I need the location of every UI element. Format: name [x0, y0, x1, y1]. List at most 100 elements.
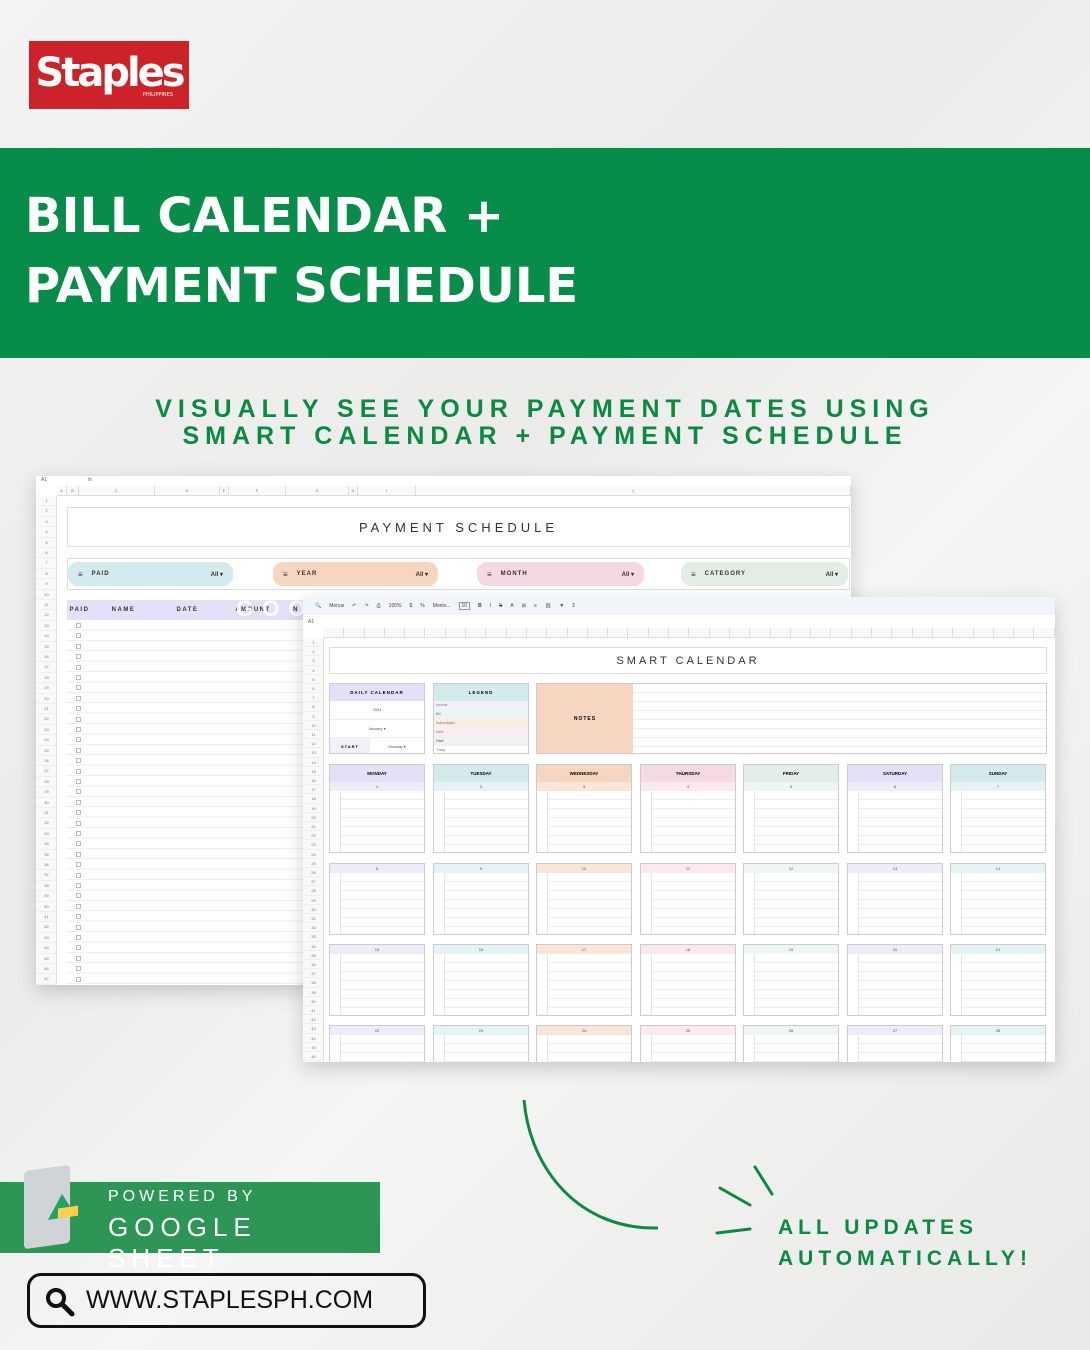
day-cell[interactable]: 14 — [950, 863, 1046, 935]
row-number[interactable]: 22 — [36, 714, 57, 725]
day-entries[interactable] — [858, 873, 942, 934]
column-header[interactable] — [567, 628, 588, 638]
column-header[interactable] — [851, 628, 873, 638]
row-number[interactable]: 26 — [303, 868, 324, 878]
row-number[interactable]: 18 — [303, 794, 324, 804]
day-entries[interactable] — [547, 1035, 631, 1062]
column-header[interactable] — [933, 628, 954, 638]
column-header[interactable] — [669, 628, 690, 638]
row-number[interactable]: 20 — [303, 813, 324, 822]
column-header[interactable] — [750, 628, 771, 638]
day-cell[interactable]: 9 — [433, 863, 529, 935]
cell-reference[interactable]: A1 — [41, 477, 47, 483]
filter-value-dropdown[interactable]: All ▾ — [416, 571, 428, 578]
day-entries[interactable] — [961, 1035, 1045, 1062]
month-select[interactable]: January ▾ — [330, 719, 424, 737]
font-size-input[interactable]: 10 — [458, 602, 471, 610]
row-number[interactable]: 7 — [36, 558, 57, 569]
column-header[interactable] — [730, 628, 751, 638]
column-header[interactable] — [973, 628, 994, 638]
column-header[interactable] — [872, 628, 893, 638]
column-header[interactable] — [953, 628, 974, 638]
row-number[interactable]: 32 — [36, 818, 57, 829]
column-header[interactable] — [384, 628, 406, 638]
row-number[interactable]: 3 — [36, 517, 57, 528]
row-number[interactable]: 36 — [36, 860, 57, 871]
day-cell[interactable]: 25 — [640, 1025, 736, 1062]
day-entries[interactable] — [547, 791, 631, 852]
paid-checkbox[interactable] — [76, 955, 81, 961]
row-number[interactable]: 19 — [303, 804, 324, 813]
align-icon[interactable]: ≡ — [534, 603, 537, 609]
percent-icon[interactable]: % — [420, 603, 424, 609]
day-entries[interactable] — [858, 791, 942, 852]
day-entries[interactable] — [444, 791, 528, 852]
row-number[interactable]: 21 — [36, 704, 57, 715]
day-entries[interactable] — [858, 954, 942, 1015]
day-entries[interactable] — [340, 1035, 424, 1062]
row-number[interactable]: 44 — [303, 1034, 324, 1043]
column-header[interactable]: E — [220, 486, 229, 496]
column-header[interactable] — [1034, 628, 1055, 638]
day-entries[interactable] — [961, 954, 1045, 1015]
day-entries[interactable] — [858, 1035, 942, 1062]
row-number[interactable]: 37 — [303, 969, 324, 979]
day-cell[interactable]: 27 — [847, 1025, 943, 1062]
filter-year[interactable]: ≡ YEAR All ▾ — [273, 562, 438, 586]
paid-checkbox[interactable] — [76, 623, 81, 628]
row-number[interactable]: 40 — [36, 902, 57, 912]
column-header[interactable] — [709, 628, 730, 638]
day-cell[interactable]: SATURDAY 6 — [847, 764, 943, 853]
row-number[interactable]: 35 — [303, 951, 324, 960]
column-header[interactable]: H — [349, 486, 358, 496]
day-cell[interactable]: 10 — [536, 863, 632, 935]
filter-value-dropdown[interactable]: All ▾ — [826, 571, 838, 578]
day-cell[interactable]: 15 — [329, 944, 425, 1016]
row-number[interactable]: 11 — [303, 730, 324, 740]
row-number[interactable]: 43 — [36, 933, 57, 944]
day-cell[interactable]: 13 — [847, 863, 943, 935]
day-cell[interactable]: 20 — [847, 944, 943, 1016]
day-cell[interactable]: 19 — [743, 944, 839, 1016]
row-number[interactable]: 14 — [303, 758, 324, 767]
day-cell[interactable]: SUNDAY 7 — [950, 764, 1046, 853]
day-cell[interactable]: 11 — [640, 863, 736, 935]
paid-checkbox[interactable] — [76, 758, 81, 764]
row-number[interactable]: 41 — [36, 912, 57, 923]
row-number[interactable]: 43 — [303, 1024, 324, 1034]
row-number[interactable]: 16 — [303, 776, 324, 786]
row-number[interactable]: 27 — [303, 877, 324, 887]
row-number[interactable]: 42 — [36, 922, 57, 933]
row-number[interactable]: 25 — [303, 859, 324, 868]
day-cell[interactable]: WEDNESDAY 3 — [536, 764, 632, 853]
row-number[interactable]: 4 — [36, 527, 57, 538]
day-entries[interactable] — [961, 791, 1045, 852]
paid-checkbox[interactable] — [76, 643, 81, 649]
column-header[interactable] — [527, 628, 548, 638]
row-number[interactable]: 1 — [303, 638, 324, 648]
paid-checkbox[interactable] — [76, 737, 81, 743]
row-number[interactable]: 45 — [303, 1043, 324, 1052]
day-cell[interactable]: 18 — [640, 944, 736, 1016]
day-cell[interactable]: FRIDAY 5 — [743, 764, 839, 853]
row-number[interactable]: 12 — [303, 739, 324, 749]
row-number[interactable]: 16 — [36, 652, 57, 663]
paid-checkbox[interactable] — [76, 810, 81, 816]
row-number[interactable]: 45 — [36, 954, 57, 964]
search-menus-icon[interactable]: 🔍 — [315, 603, 321, 609]
column-header[interactable] — [648, 628, 670, 638]
day-entries[interactable] — [340, 791, 424, 852]
paid-checkbox[interactable] — [76, 727, 81, 732]
paid-checkbox[interactable] — [76, 976, 81, 982]
year-value[interactable]: 2024 — [330, 701, 424, 719]
row-number[interactable]: 32 — [303, 923, 324, 933]
filter-value-dropdown[interactable]: All ▾ — [622, 571, 634, 578]
row-number[interactable]: 6 — [36, 548, 57, 559]
column-header[interactable]: A — [57, 486, 67, 496]
day-entries[interactable] — [547, 873, 631, 934]
day-entries[interactable] — [651, 1035, 735, 1062]
redo-icon[interactable]: ↷ — [364, 603, 368, 609]
day-cell[interactable]: 28 — [950, 1025, 1046, 1062]
paid-checkbox[interactable] — [76, 903, 81, 909]
text-color-button[interactable]: A — [510, 603, 513, 609]
